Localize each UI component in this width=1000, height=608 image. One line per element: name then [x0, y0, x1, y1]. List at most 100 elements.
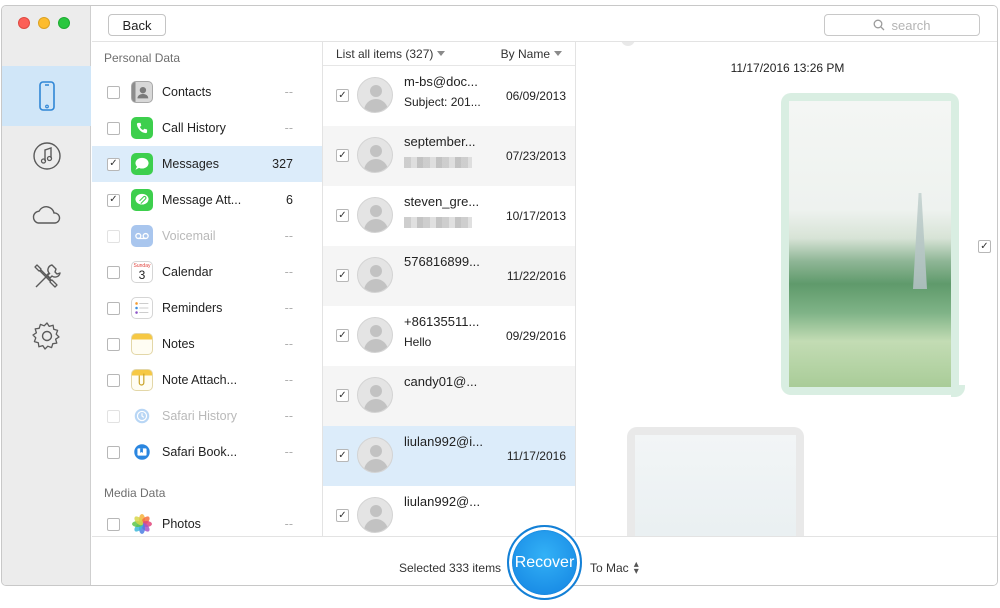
contacts-icon: [131, 81, 153, 103]
safari-history-checkbox[interactable]: [107, 409, 120, 423]
category-count: --: [284, 517, 293, 531]
category-pane: Personal Data Contacts -- Call History -…: [92, 42, 323, 536]
avatar: [357, 257, 393, 293]
chevron-down-icon: [554, 51, 562, 56]
item-subtitle: Hello: [404, 335, 432, 349]
list-item[interactable]: ✓ m-bs@doc... Subject: 201... 06/09/2013: [323, 66, 575, 126]
list-item[interactable]: ✓ september... 07/23/2013: [323, 126, 575, 186]
list-header: List all items (327) By Name: [323, 42, 575, 66]
item-subtitle: Subject: 201...: [404, 95, 481, 109]
avatar: [357, 497, 393, 533]
category-note-attachments[interactable]: Note Attach... --: [92, 362, 322, 398]
calendar-checkbox[interactable]: [107, 265, 120, 279]
category-calendar[interactable]: Sunday 3 Calendar --: [92, 254, 322, 290]
message-attachments-checkbox[interactable]: ✓: [107, 193, 120, 207]
call-history-checkbox[interactable]: [107, 121, 120, 135]
list-item[interactable]: ✓ 576816899... 11/22/2016: [323, 246, 575, 306]
received-image-bubble[interactable]: [627, 427, 804, 536]
close-window-button[interactable]: [18, 17, 30, 29]
item-date: 11/22/2016: [506, 269, 566, 283]
category-photos[interactable]: Photos --: [92, 506, 322, 536]
category-reminders[interactable]: Reminders --: [92, 290, 322, 326]
recover-button[interactable]: Recover: [507, 525, 582, 600]
list-item[interactable]: ✓ liulan992@i... 11/17/2016: [323, 426, 575, 486]
blurred-preview: [404, 217, 472, 228]
left-rail: [2, 6, 91, 585]
category-count: --: [284, 265, 293, 279]
item-name: september...: [404, 134, 476, 149]
category-contacts[interactable]: Contacts --: [92, 74, 322, 110]
photos-checkbox[interactable]: [107, 517, 120, 531]
category-notes[interactable]: Notes --: [92, 326, 322, 362]
category-messages[interactable]: ✓ Messages 327: [92, 146, 322, 182]
item-name: liulan992@...: [404, 494, 481, 509]
message-attachment-icon: [131, 189, 153, 211]
item-checkbox[interactable]: ✓: [336, 269, 349, 282]
messages-icon: [131, 153, 153, 175]
avatar: [357, 317, 393, 353]
message-list-pane: List all items (327) By Name ✓ m-bs@doc.…: [323, 42, 576, 536]
category-label: Voicemail: [162, 229, 216, 243]
selected-count: Selected 333 items: [399, 561, 502, 575]
item-checkbox[interactable]: ✓: [336, 449, 349, 462]
item-checkbox[interactable]: ✓: [336, 509, 349, 522]
rail-item-settings[interactable]: [2, 306, 91, 366]
tools-icon: [33, 264, 61, 288]
list-item[interactable]: ✓ candy01@...: [323, 366, 575, 426]
message-preview-pane: 11/17/2016 13:26 PM ✓: [577, 42, 997, 536]
item-date: 06/09/2013: [505, 89, 566, 103]
cloud-icon: [32, 206, 60, 224]
item-name: 576816899...: [404, 254, 480, 269]
music-icon: [32, 142, 61, 170]
back-button[interactable]: Back: [108, 14, 166, 36]
sent-image-bubble[interactable]: [781, 93, 965, 397]
category-call-history[interactable]: Call History --: [92, 110, 322, 146]
voicemail-icon: [131, 225, 153, 247]
category-voicemail[interactable]: Voicemail --: [92, 218, 322, 254]
contacts-checkbox[interactable]: [107, 85, 120, 99]
voicemail-checkbox[interactable]: [107, 229, 120, 243]
list-item[interactable]: ✓ +86135511... Hello 09/29/2016: [323, 306, 575, 366]
safari-bookmarks-checkbox[interactable]: [107, 445, 120, 459]
rail-item-itunes[interactable]: [2, 126, 91, 186]
avatar: [357, 437, 393, 473]
avatar: [357, 77, 393, 113]
attachment-checkbox[interactable]: ✓: [978, 240, 991, 253]
zoom-window-button[interactable]: [58, 17, 70, 29]
item-checkbox[interactable]: ✓: [336, 329, 349, 342]
list-item[interactable]: ✓ steven_gre... 10/17/2013: [323, 186, 575, 246]
category-label: Note Attach...: [162, 373, 238, 387]
reminders-checkbox[interactable]: [107, 301, 120, 315]
note-attachments-checkbox[interactable]: [107, 373, 120, 387]
search-input[interactable]: search: [824, 14, 980, 36]
notes-checkbox[interactable]: [107, 337, 120, 351]
list-filter-dropdown[interactable]: List all items (327): [336, 47, 446, 61]
chevron-down-icon: [437, 51, 446, 56]
item-name: candy01@...: [404, 374, 478, 389]
sort-dropdown[interactable]: By Name: [501, 47, 562, 61]
item-name: liulan992@i...: [404, 434, 483, 449]
section-title-personal: Personal Data: [104, 51, 181, 65]
attached-photo[interactable]: [635, 435, 796, 536]
category-safari-bookmarks[interactable]: Safari Book... --: [92, 434, 322, 470]
calendar-icon: Sunday 3: [131, 261, 153, 283]
minimize-window-button[interactable]: [38, 17, 50, 29]
item-checkbox[interactable]: ✓: [336, 209, 349, 222]
category-safari-history[interactable]: Safari History --: [92, 398, 322, 434]
item-checkbox[interactable]: ✓: [336, 149, 349, 162]
destination-select[interactable]: To Mac ▴ ▾: [590, 560, 639, 577]
category-message-attachments[interactable]: ✓ Message Att... 6: [92, 182, 322, 218]
rail-item-icloud[interactable]: [2, 186, 91, 246]
category-label: Message Att...: [162, 193, 242, 207]
sort-label: By Name: [500, 47, 550, 61]
notes-icon: [131, 333, 153, 355]
destination-label: To Mac: [590, 561, 629, 575]
item-checkbox[interactable]: ✓: [336, 389, 349, 402]
item-checkbox[interactable]: ✓: [336, 89, 349, 102]
rail-item-device[interactable]: [2, 66, 91, 126]
messages-checkbox[interactable]: ✓: [107, 157, 120, 171]
category-label: Safari Book...: [162, 445, 238, 459]
attached-photo[interactable]: [789, 101, 951, 387]
rail-item-tools[interactable]: [2, 246, 91, 306]
category-label: Reminders: [162, 301, 223, 315]
